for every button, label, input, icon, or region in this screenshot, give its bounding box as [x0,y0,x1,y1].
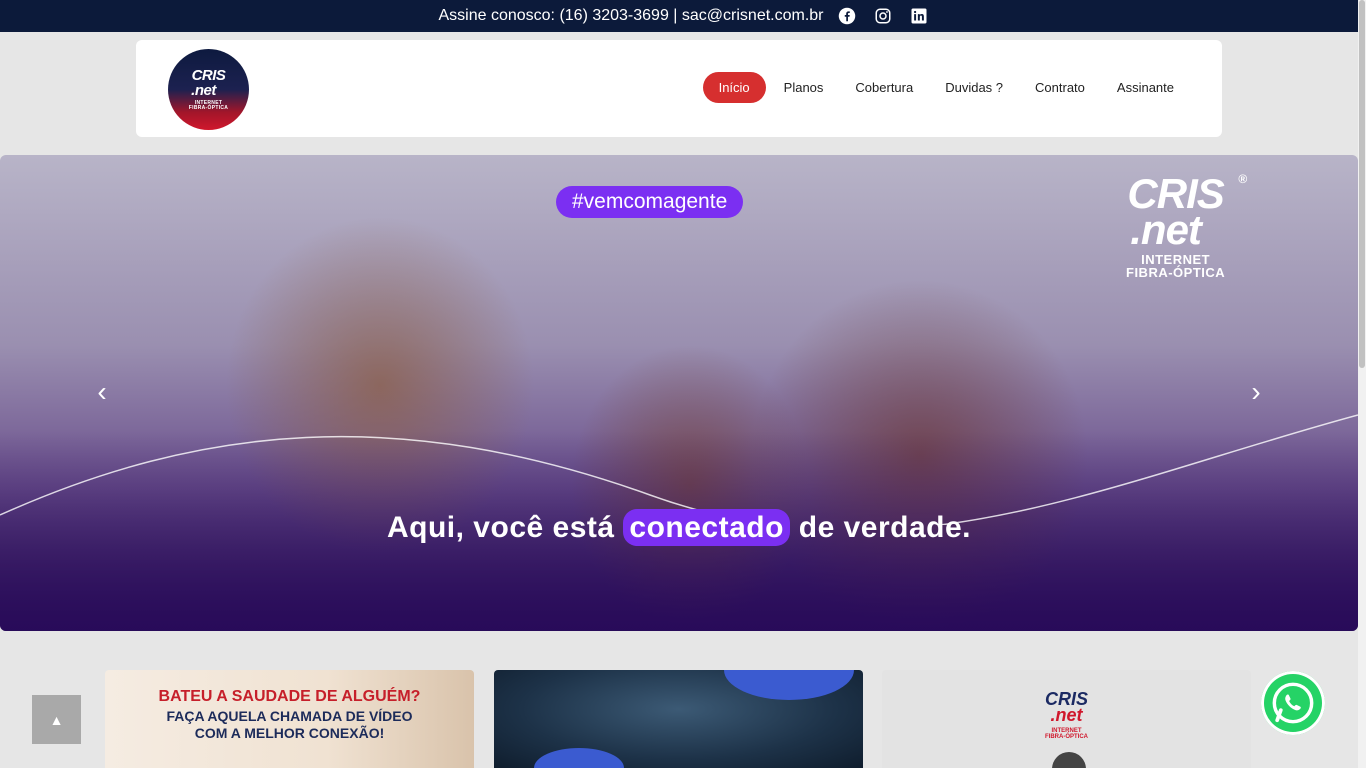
contact-info: Assine conosco: (16) 3203-3699 | sac@cri… [438,7,824,24]
decorative-disc [534,748,624,768]
hero-brand-logo: ® CRIS .net INTERNET FIBRA-ÓPTICA [1126,170,1248,280]
page-scrollbar[interactable] [1358,0,1366,768]
top-contact-bar: Assine conosco: (16) 3203-3699 | sac@cri… [0,0,1366,32]
promo-card-gaming[interactable] [494,670,863,768]
nav-planos[interactable]: Planos [768,72,840,103]
nav-assinante[interactable]: Assinante [1101,72,1190,103]
nav-inicio[interactable]: Início [702,72,766,103]
slider-next-arrow[interactable]: › [1244,375,1268,409]
hashtag-badge: #vemcomagente [556,186,744,218]
linkedin-icon[interactable] [910,7,928,25]
promo-card-video-call[interactable]: BATEU A SAUDADE DE ALGUÉM? FAÇA AQUELA C… [105,670,474,768]
nav-duvidas[interactable]: Duvidas ? [929,72,1019,103]
decorative-disc [724,670,854,700]
back-to-top-button[interactable]: ▲ [32,695,81,744]
hero-slider[interactable]: #vemcomagente ® CRIS .net INTERNET FIBRA… [0,155,1358,631]
main-nav: Início Planos Cobertura Duvidas ? Contra… [702,72,1190,103]
promo-card-brand[interactable]: CRIS .net INTERNET FIBRA-ÓPTICA [882,670,1251,768]
whatsapp-button[interactable] [1261,671,1325,735]
slider-prev-arrow[interactable]: ‹ [90,375,114,409]
tagline-highlight: conectado [623,509,790,546]
person-photo [1052,752,1086,768]
crisnet-logo[interactable]: CRIS .net INTERNET FIBRA-ÓPTICA [168,49,249,130]
instagram-icon[interactable] [874,7,892,25]
hero-decorative-curve [0,414,1358,525]
social-links [838,7,928,25]
whatsapp-icon [1272,682,1314,724]
site-header: CRIS .net INTERNET FIBRA-ÓPTICA Início P… [136,40,1222,137]
nav-contrato[interactable]: Contrato [1019,72,1101,103]
scrollbar-thumb[interactable] [1359,0,1365,368]
nav-cobertura[interactable]: Cobertura [839,72,929,103]
facebook-icon[interactable] [838,7,856,25]
hero-tagline: Aqui, você está conectado de verdade. [386,509,972,546]
